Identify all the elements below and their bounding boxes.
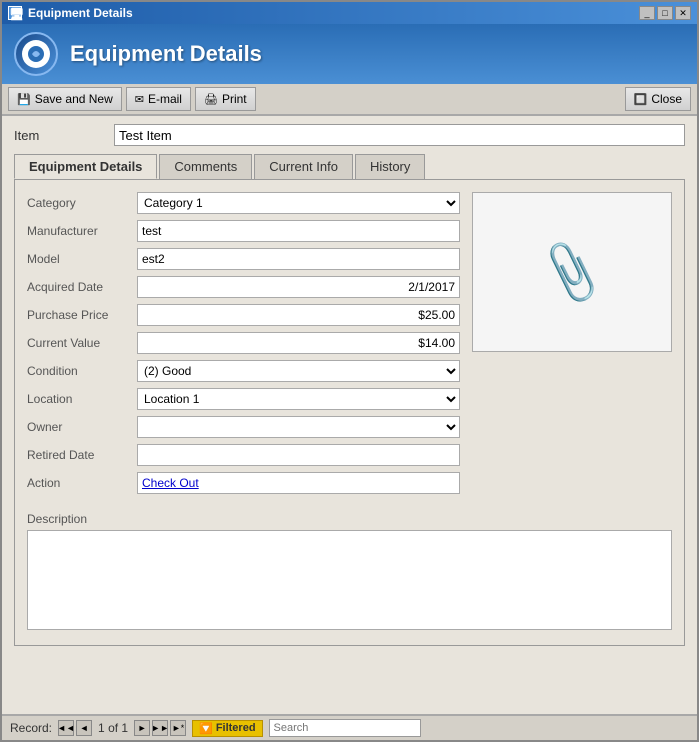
new-record-button[interactable]: ►* xyxy=(170,720,186,736)
save-new-label: Save and New xyxy=(35,92,113,106)
minimize-button[interactable]: _ xyxy=(639,6,655,20)
location-select[interactable]: Location 1 Location 2 xyxy=(137,388,460,410)
acquired-date-label: Acquired Date xyxy=(27,280,137,294)
description-textarea[interactable] xyxy=(27,530,672,630)
category-row: Category Category 1 Category 2 xyxy=(27,192,460,214)
close-window-button[interactable]: ✕ xyxy=(675,6,691,20)
header-section: Equipment Details xyxy=(2,24,697,84)
close-label: Close xyxy=(651,92,682,106)
manufacturer-label: Manufacturer xyxy=(27,224,137,238)
filtered-badge: 🔽 Filtered xyxy=(192,720,262,737)
tab-current-info[interactable]: Current Info xyxy=(254,154,353,179)
window-title: Equipment Details xyxy=(28,6,133,20)
action-label: Action xyxy=(27,476,137,490)
search-input[interactable] xyxy=(269,719,421,737)
current-value-row: Current Value xyxy=(27,332,460,354)
status-bar: Record: ◄◄ ◄ 1 of 1 ► ►► ►* 🔽 Filtered xyxy=(2,714,697,740)
email-label: E-mail xyxy=(148,92,182,106)
title-bar: 🖥 Equipment Details _ □ ✕ xyxy=(2,2,697,24)
retired-date-row: Retired Date xyxy=(27,444,460,466)
window-icon: 🖥 xyxy=(8,6,22,20)
toolbar-left: 💾 Save and New ✉ E-mail 🖨 Print xyxy=(8,87,256,111)
email-icon: ✉ xyxy=(135,93,144,106)
action-field: Check Out xyxy=(137,472,460,494)
description-label: Description xyxy=(27,512,672,526)
acquired-date-row: Acquired Date xyxy=(27,276,460,298)
owner-select[interactable] xyxy=(137,416,460,438)
acquired-date-input[interactable] xyxy=(137,276,460,298)
record-label: Record: xyxy=(10,721,52,735)
header-title: Equipment Details xyxy=(70,41,262,67)
tab-history[interactable]: History xyxy=(355,154,425,179)
item-label: Item xyxy=(14,128,114,143)
print-icon: 🖨 xyxy=(204,93,218,106)
category-select[interactable]: Category 1 Category 2 xyxy=(137,192,460,214)
filtered-icon: 🔽 xyxy=(199,722,213,735)
prev-record-button[interactable]: ◄ xyxy=(76,720,92,736)
location-row: Location Location 1 Location 2 xyxy=(27,388,460,410)
owner-label: Owner xyxy=(27,420,137,434)
form-right: 📎 xyxy=(472,192,672,500)
purchase-price-row: Purchase Price xyxy=(27,304,460,326)
paperclip-icon: 📎 xyxy=(536,237,608,308)
model-input[interactable] xyxy=(137,248,460,270)
print-button[interactable]: 🖨 Print xyxy=(195,87,256,111)
retired-date-label: Retired Date xyxy=(27,448,137,462)
nav-group-next: ► ►► ►* xyxy=(134,720,186,736)
current-value-input[interactable] xyxy=(137,332,460,354)
condition-select[interactable]: (1) Excellent (2) Good (3) Fair (4) Poor xyxy=(137,360,460,382)
save-icon: 💾 xyxy=(17,93,31,106)
first-record-button[interactable]: ◄◄ xyxy=(58,720,74,736)
content-area: Item Equipment Details Comments Current … xyxy=(2,116,697,714)
app-logo xyxy=(14,32,58,76)
action-row: Action Check Out xyxy=(27,472,460,494)
last-record-button[interactable]: ►► xyxy=(152,720,168,736)
manufacturer-row: Manufacturer xyxy=(27,220,460,242)
nav-group: ◄◄ ◄ xyxy=(58,720,92,736)
condition-label: Condition xyxy=(27,364,137,378)
location-label: Location xyxy=(27,392,137,406)
description-section: Description xyxy=(27,512,672,633)
tabs: Equipment Details Comments Current Info … xyxy=(14,154,685,179)
item-input[interactable] xyxy=(114,124,685,146)
form-grid: Category Category 1 Category 2 Manufactu… xyxy=(27,192,672,500)
filtered-label: Filtered xyxy=(216,722,256,734)
record-current: 1 of 1 xyxy=(98,721,128,735)
save-and-new-button[interactable]: 💾 Save and New xyxy=(8,87,122,111)
close-icon: 🔲 xyxy=(634,93,648,106)
print-label: Print xyxy=(222,92,247,106)
condition-row: Condition (1) Excellent (2) Good (3) Fai… xyxy=(27,360,460,382)
email-button[interactable]: ✉ E-mail xyxy=(126,87,191,111)
category-label: Category xyxy=(27,196,137,210)
purchase-price-input[interactable] xyxy=(137,304,460,326)
purchase-price-label: Purchase Price xyxy=(27,308,137,322)
owner-row: Owner xyxy=(27,416,460,438)
check-out-link[interactable]: Check Out xyxy=(142,476,199,490)
toolbar: 💾 Save and New ✉ E-mail 🖨 Print 🔲 Close xyxy=(2,84,697,116)
tab-content: Category Category 1 Category 2 Manufactu… xyxy=(14,179,685,646)
form-left: Category Category 1 Category 2 Manufactu… xyxy=(27,192,460,500)
restore-button[interactable]: □ xyxy=(657,6,673,20)
next-record-button[interactable]: ► xyxy=(134,720,150,736)
image-placeholder: 📎 xyxy=(472,192,672,352)
manufacturer-input[interactable] xyxy=(137,220,460,242)
title-bar-left: 🖥 Equipment Details xyxy=(8,6,133,20)
main-window: 🖥 Equipment Details _ □ ✕ Equipment Deta… xyxy=(0,0,699,742)
model-row: Model xyxy=(27,248,460,270)
logo-inner xyxy=(22,40,50,68)
model-label: Model xyxy=(27,252,137,266)
item-row: Item xyxy=(14,124,685,146)
title-bar-controls: _ □ ✕ xyxy=(639,6,691,20)
tab-comments[interactable]: Comments xyxy=(159,154,252,179)
current-value-label: Current Value xyxy=(27,336,137,350)
tab-equipment-details[interactable]: Equipment Details xyxy=(14,154,157,179)
close-button[interactable]: 🔲 Close xyxy=(625,87,691,111)
retired-date-input[interactable] xyxy=(137,444,460,466)
logo-icon xyxy=(26,44,46,64)
